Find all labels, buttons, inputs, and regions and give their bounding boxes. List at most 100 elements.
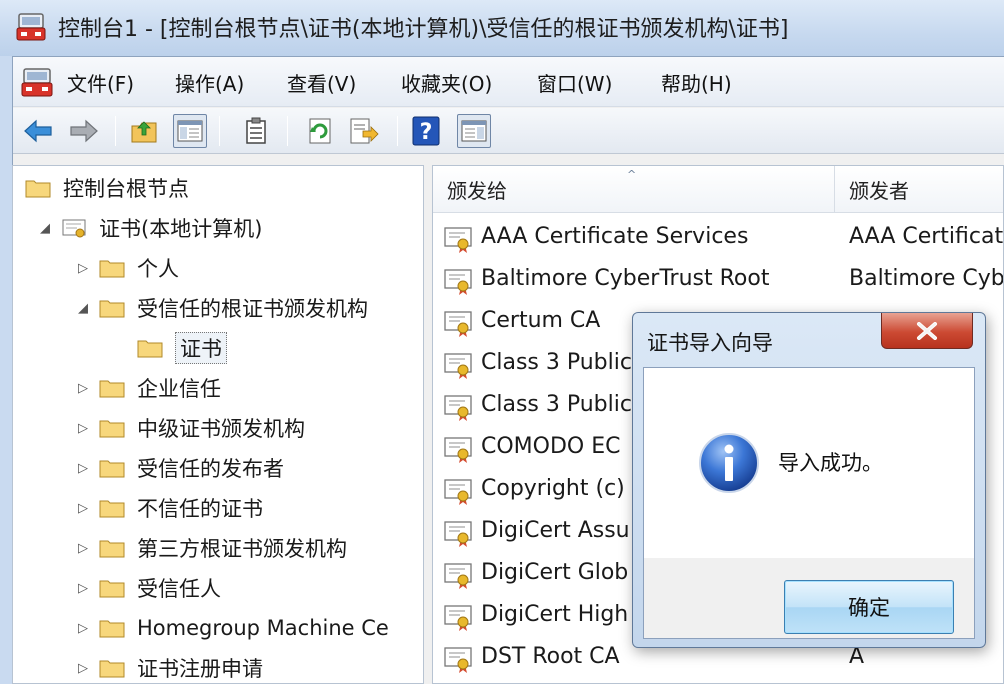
tree-item-trusted-publishers[interactable]: ▷ 受信任的发布者	[75, 450, 284, 486]
certificate-icon	[444, 563, 472, 589]
menu-window[interactable]: 窗口(W)	[535, 68, 614, 97]
ok-button[interactable]: 确定	[784, 580, 954, 634]
column-header-issued-by[interactable]: 颁发者	[835, 166, 1003, 213]
dialog-message: 导入成功。	[778, 451, 883, 475]
tree-item-label: 证书	[175, 332, 227, 364]
toolbar-separator	[115, 116, 116, 146]
tree-item-label: 受信任的发布者	[137, 457, 284, 481]
cell-issued-by: Baltimore Cyb	[849, 266, 1004, 291]
console-tree[interactable]: 控制台根节点 ◢ 证书(本地计算机) ▷ 个人 ◢ 受信任的根证书颁发机构 证书…	[12, 165, 424, 684]
expand-arrow-icon[interactable]: ▷	[75, 541, 91, 556]
column-header-label: 颁发者	[849, 178, 909, 203]
menu-favorites[interactable]: 收藏夹(O)	[399, 68, 494, 97]
up-folder-icon	[131, 121, 157, 143]
show-hide-action-pane-button[interactable]	[457, 114, 491, 148]
window-title: 控制台1 - [控制台根节点\证书(本地计算机)\受信任的根证书颁发机构\证书]	[58, 17, 789, 42]
tree-item-certificates-local[interactable]: ◢ 证书(本地计算机)	[37, 210, 262, 246]
toolbar-separator	[397, 116, 398, 146]
certificate-icon	[444, 647, 472, 673]
svg-text:?: ?	[420, 120, 433, 145]
folder-icon	[99, 578, 125, 598]
dialog-title: 证书导入向导	[647, 331, 773, 355]
back-arrow-icon	[24, 119, 52, 143]
expand-arrow-icon[interactable]: ▷	[75, 261, 91, 276]
folder-icon	[99, 418, 125, 438]
toolbar-separator	[219, 116, 220, 146]
cell-issued-to: DigiCert Glob	[481, 560, 629, 585]
column-header-label: 颁发给	[447, 178, 507, 203]
menu-bar: 文件(F) 操作(A) 查看(V) 收藏夹(O) 窗口(W) 帮助(H)	[13, 57, 1004, 107]
tree-item-trusted-people[interactable]: ▷ 受信任人	[75, 570, 221, 606]
certificate-import-wizard-dialog: 证书导入向导 导入成功。 确定	[632, 312, 986, 648]
certificate-icon	[444, 437, 472, 463]
tree-item-label: Homegroup Machine Ce	[137, 616, 389, 640]
tree-item-enterprise-trust[interactable]: ▷ 企业信任	[75, 370, 221, 406]
expand-arrow-icon[interactable]: ▷	[75, 501, 91, 516]
expand-arrow-icon[interactable]: ▷	[75, 381, 91, 396]
tree-item-label: 企业信任	[137, 377, 221, 401]
refresh-icon	[309, 118, 331, 144]
cell-issued-to: Certum CA	[481, 308, 601, 333]
certificate-store-icon	[61, 218, 87, 238]
expand-arrow-icon[interactable]: ▷	[75, 661, 91, 676]
tree-item-label: 控制台根节点	[63, 177, 189, 201]
folder-icon	[99, 378, 125, 398]
collapse-arrow-icon[interactable]: ◢	[37, 221, 53, 236]
certificate-icon	[444, 353, 472, 379]
console-menu-icon[interactable]	[21, 66, 53, 98]
tree-item-label: 受信任人	[137, 577, 221, 601]
toolbar: ?	[13, 108, 1004, 154]
certificate-icon	[444, 269, 472, 295]
tree-item-trusted-root-ca[interactable]: ◢ 受信任的根证书颁发机构	[75, 290, 368, 326]
info-icon	[699, 433, 759, 493]
mmc-app-icon[interactable]	[16, 12, 46, 42]
certificate-icon	[444, 395, 472, 421]
cell-issued-to: Class 3 Public	[481, 392, 632, 417]
help-icon: ?	[412, 116, 440, 146]
tree-item-label: 证书注册申请	[137, 657, 263, 681]
properties-button[interactable]	[239, 114, 273, 148]
tree-item-homegroup-machine-certificates[interactable]: ▷ Homegroup Machine Ce	[75, 610, 389, 646]
menu-help[interactable]: 帮助(H)	[659, 68, 734, 97]
tree-item-third-party-root-ca[interactable]: ▷ 第三方根证书颁发机构	[75, 530, 347, 566]
tree-item-console-root[interactable]: 控制台根节点	[25, 170, 189, 206]
close-button[interactable]	[881, 313, 973, 349]
close-icon	[917, 321, 937, 340]
folder-icon	[25, 178, 51, 198]
column-header-issued-to[interactable]: 颁发给 ^	[433, 166, 835, 213]
back-button[interactable]	[21, 114, 55, 148]
refresh-button[interactable]	[303, 114, 337, 148]
table-row[interactable]: AAA Certificate Services AAA Certificat	[433, 218, 1004, 260]
forward-button[interactable]	[67, 114, 101, 148]
up-one-level-button[interactable]	[127, 114, 161, 148]
certificate-icon	[444, 605, 472, 631]
expand-arrow-icon[interactable]: ▷	[75, 621, 91, 636]
collapse-arrow-icon[interactable]: ◢	[75, 301, 91, 316]
show-hide-console-tree-button[interactable]	[173, 114, 207, 148]
tree-item-certificate-enrollment-requests[interactable]: ▷ 证书注册申请	[75, 650, 263, 683]
tree-item-intermediate-ca[interactable]: ▷ 中级证书颁发机构	[75, 410, 305, 446]
tree-item-untrusted-certificates[interactable]: ▷ 不信任的证书	[75, 490, 263, 526]
expand-arrow-icon[interactable]: ▷	[75, 461, 91, 476]
expand-arrow-icon[interactable]: ▷	[75, 421, 91, 436]
cell-issued-to: Baltimore CyberTrust Root	[481, 266, 770, 291]
help-button[interactable]: ?	[409, 114, 443, 148]
certificate-icon	[444, 521, 472, 547]
export-list-button[interactable]	[347, 114, 381, 148]
cell-issued-to: DigiCert Assu	[481, 518, 630, 543]
folder-icon	[99, 258, 125, 278]
cell-issued-to: DigiCert High	[481, 602, 629, 627]
expand-arrow-icon[interactable]: ▷	[75, 581, 91, 596]
tree-item-label: 不信任的证书	[137, 497, 263, 521]
menu-action[interactable]: 操作(A)	[173, 68, 246, 97]
tree-item-personal[interactable]: ▷ 个人	[75, 250, 179, 286]
cell-issued-by: AAA Certificat	[849, 224, 1004, 249]
certificate-icon	[444, 227, 472, 253]
tree-item-label: 证书(本地计算机)	[99, 217, 263, 241]
folder-icon	[99, 618, 125, 638]
menu-file[interactable]: 文件(F)	[65, 68, 136, 97]
menu-view[interactable]: 查看(V)	[285, 68, 358, 97]
table-row[interactable]: Baltimore CyberTrust Root Baltimore Cyb	[433, 260, 1004, 302]
folder-open-icon	[99, 298, 125, 318]
tree-item-certificates[interactable]: 证书	[137, 330, 227, 366]
